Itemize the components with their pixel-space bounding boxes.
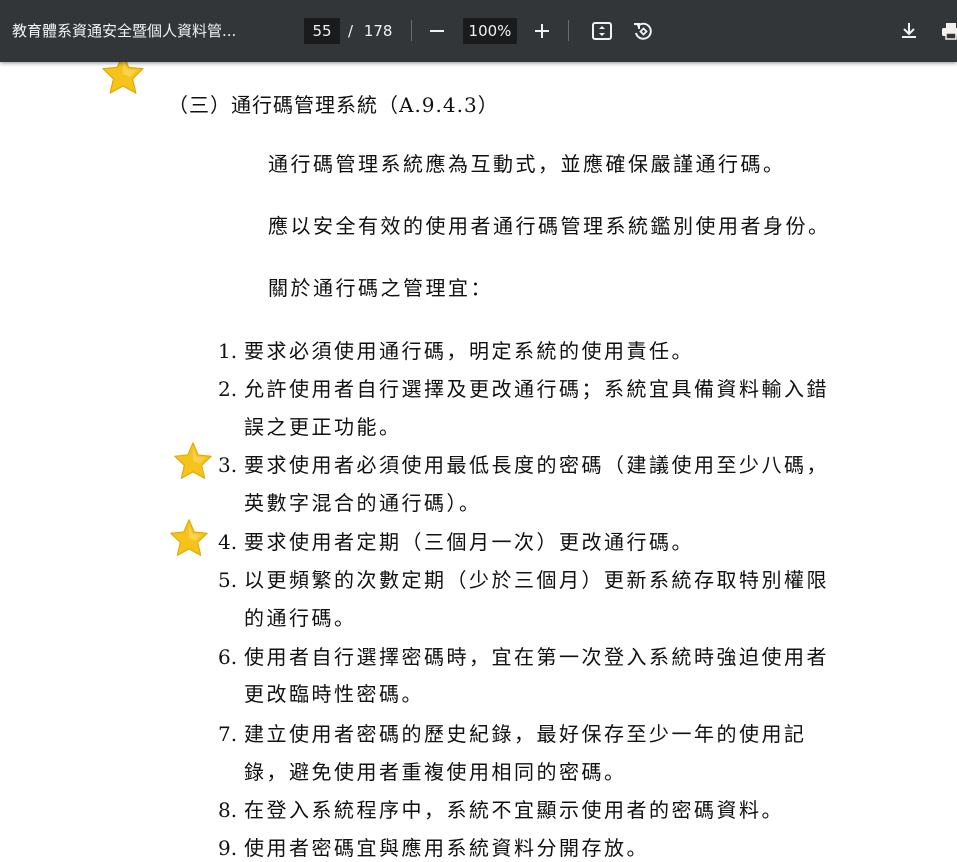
rotate-button[interactable] bbox=[627, 15, 659, 47]
list-item-text: 要求使用者必須使用最低長度的密碼（建議使用至少八碼， bbox=[244, 453, 829, 477]
zoom-in-button[interactable] bbox=[526, 15, 558, 47]
star-icon bbox=[170, 519, 208, 556]
list-item-text: 允許使用者自行選擇及更改通行碼；系統宜具備資料輸入錯 bbox=[244, 377, 829, 401]
zoom-in-icon bbox=[535, 24, 549, 38]
list-item-text: 建立使用者密碼的歷史紀錄，最好保存至少一年的使用記 bbox=[244, 722, 807, 746]
star-icon bbox=[174, 442, 212, 479]
list-item-number: 8. bbox=[218, 798, 238, 822]
fit-page-icon bbox=[592, 22, 612, 40]
paragraph: 應以安全有效的使用者通行碼管理系統鑑別使用者身份。 bbox=[268, 214, 831, 238]
toolbar-divider bbox=[568, 20, 569, 41]
list-item-number: 5. bbox=[218, 568, 238, 592]
pdf-toolbar: 教育體系資通安全暨個人資料管... / 178 bbox=[0, 0, 957, 62]
pdf-page: （三）通行碼管理系統（A.9.4.3） 通行碼管理系統應為互動式，並應確保嚴謹通… bbox=[0, 53, 957, 862]
zoom-out-icon bbox=[430, 30, 444, 32]
page-number-input[interactable] bbox=[304, 18, 340, 44]
list-item-number: 6. bbox=[218, 645, 238, 669]
zoom-out-button[interactable] bbox=[421, 15, 453, 47]
list-item-text: 在登入系統程序中，系統不宜顯示使用者的密碼資料。 bbox=[244, 798, 784, 822]
rotate-icon bbox=[634, 22, 652, 40]
list-item-text: 錄，避免使用者重複使用相同的密碼。 bbox=[244, 760, 627, 784]
list-item-text: 使用者密碼宜與應用系統資料分開存放。 bbox=[244, 836, 649, 860]
list-item-number: 2. bbox=[218, 377, 238, 401]
list-item-number: 9. bbox=[218, 836, 238, 860]
zoom-level-input[interactable] bbox=[463, 18, 517, 44]
list-item-text: 英數字混合的通行碼）。 bbox=[244, 491, 482, 515]
list-item-number: 3. bbox=[218, 453, 238, 477]
paragraph: 通行碼管理系統應為互動式，並應確保嚴謹通行碼。 bbox=[268, 152, 786, 176]
list-item-text: 要求必須使用通行碼，明定系統的使用責任。 bbox=[244, 339, 694, 363]
list-item-text: 要求使用者定期（三個月一次）更改通行碼。 bbox=[244, 530, 694, 554]
download-button[interactable] bbox=[893, 15, 925, 47]
print-icon bbox=[942, 23, 957, 40]
list-item-text: 誤之更正功能。 bbox=[244, 415, 402, 439]
toolbar-divider bbox=[411, 20, 412, 41]
list-item-text: 更改臨時性密碼。 bbox=[244, 682, 424, 706]
list-item-number: 4. bbox=[218, 530, 238, 554]
list-item-text: 的通行碼。 bbox=[244, 606, 357, 630]
total-pages: 178 bbox=[363, 22, 393, 40]
list-item-text: 以更頻繁的次數定期（少於三個月）更新系統存取特別權限 bbox=[244, 568, 829, 592]
download-icon bbox=[902, 23, 916, 38]
page-separator: / bbox=[348, 22, 354, 40]
page-count: / 178 bbox=[348, 19, 392, 43]
section-heading: （三）通行碼管理系統（A.9.4.3） bbox=[168, 93, 499, 117]
paragraph: 關於通行碼之管理宜： bbox=[268, 276, 493, 300]
document-title: 教育體系資通安全暨個人資料管... bbox=[12, 22, 237, 40]
list-item-number: 1. bbox=[218, 339, 238, 363]
fit-to-page-button[interactable] bbox=[586, 15, 618, 47]
list-item-text: 使用者自行選擇密碼時，宜在第一次登入系統時強迫使用者 bbox=[244, 645, 829, 669]
print-button[interactable] bbox=[935, 15, 957, 47]
list-item-number: 7. bbox=[218, 722, 238, 746]
